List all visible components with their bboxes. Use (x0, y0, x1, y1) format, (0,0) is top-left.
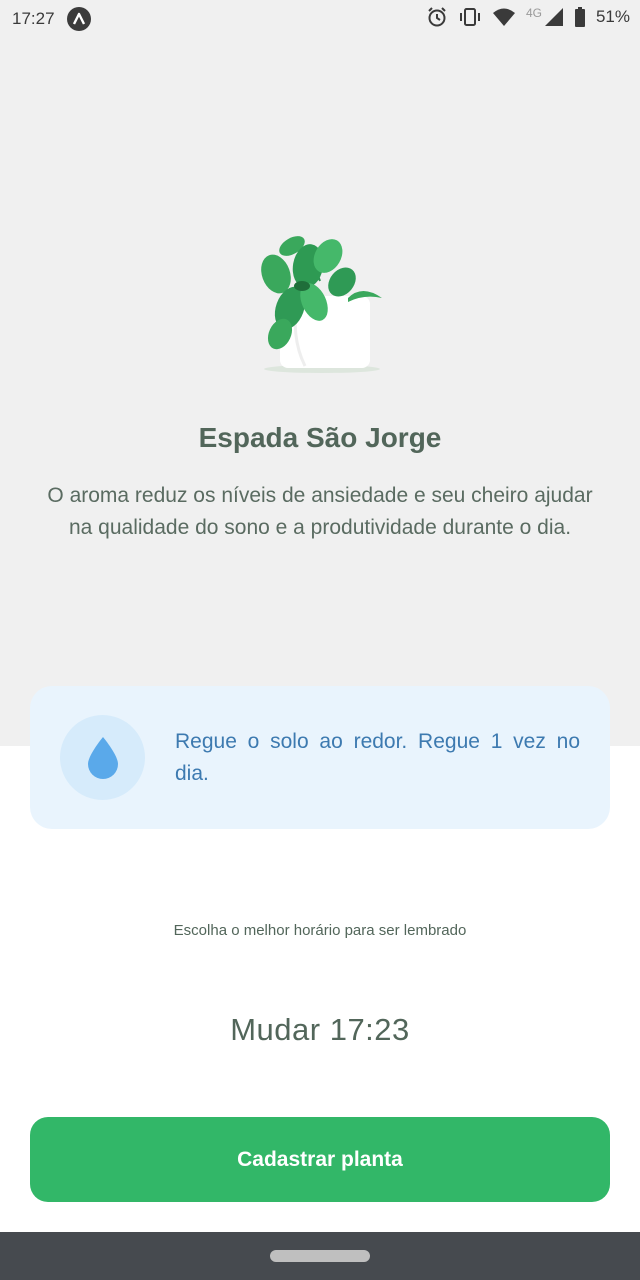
water-drop-icon (88, 737, 118, 779)
status-icons: 4G 51% (426, 6, 630, 28)
status-time: 17:27 (12, 9, 55, 28)
home-gesture-handle[interactable] (270, 1250, 370, 1262)
system-navigation-bar (0, 1232, 640, 1280)
network-type: 4G (525, 6, 542, 20)
water-tip-text: Regue o solo ao redor. Regue 1 vez no di… (175, 730, 580, 785)
reminder-label: Escolha o melhor horário para ser lembra… (173, 922, 467, 939)
app-notification-icon (67, 7, 91, 31)
battery-icon (574, 7, 586, 27)
water-tip-card: Regue o solo ao redor. Regue 1 vez no di… (30, 686, 610, 829)
status-bar: 17:27 4G 51% (0, 0, 640, 38)
wifi-icon (492, 7, 516, 27)
plant-image (250, 226, 390, 376)
plant-description: O aroma reduz os níveis de ansiedade e s… (47, 484, 593, 539)
alarm-icon (426, 6, 448, 28)
change-time-button[interactable]: Mudar 17:23 (0, 1012, 640, 1048)
plant-name: Espada São Jorge (198, 422, 442, 453)
water-tip-icon-container (60, 715, 145, 800)
signal-icon (544, 7, 564, 27)
vibrate-icon (458, 6, 482, 28)
register-plant-button[interactable]: Cadastrar planta (30, 1117, 610, 1202)
battery-percentage: 51% (595, 7, 630, 26)
